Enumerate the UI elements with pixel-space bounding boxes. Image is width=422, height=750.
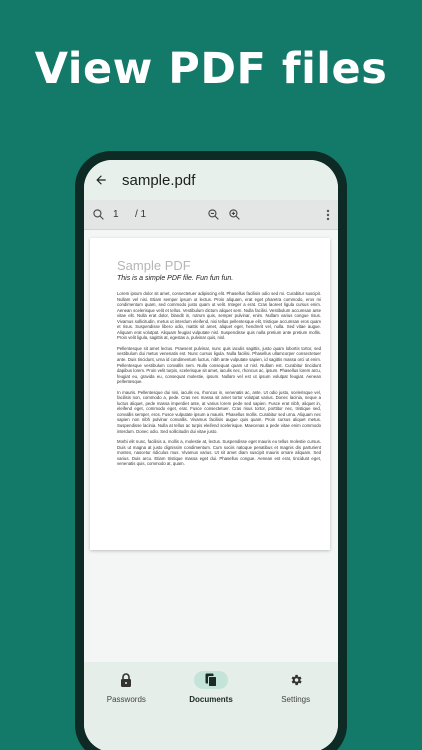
pdf-heading: Sample PDF (117, 258, 191, 273)
nav-label-passwords: Passwords (106, 695, 146, 704)
document-title: sample.pdf (122, 171, 196, 189)
pdf-paragraph: In mauris. Pellentesque dui nisi, iaculi… (117, 389, 321, 434)
page-total: / 1 (135, 209, 147, 220)
page-number-input[interactable]: 1 (113, 209, 135, 220)
nav-item-passwords[interactable]: Passwords (84, 662, 169, 750)
gear-icon (279, 671, 313, 689)
search-icon[interactable] (92, 208, 105, 221)
headline: View PDF files (34, 44, 388, 94)
zoom-out-icon[interactable] (207, 208, 220, 221)
pdf-viewer[interactable]: Sample PDF This is a simple PDF file. Fu… (84, 230, 338, 663)
arrow-left-icon[interactable] (94, 172, 110, 188)
lock-icon (109, 671, 143, 689)
phone-frame: sample.pdf 1 / 1 Sample PDF This is a si… (75, 151, 347, 750)
nav-item-settings[interactable]: Settings (253, 662, 338, 750)
app-screen: sample.pdf 1 / 1 Sample PDF This is a si… (84, 160, 338, 750)
zoom-controls (207, 208, 241, 221)
documents-icon (194, 671, 228, 689)
pdf-paragraph: Morbi elit nunc, facilisis a, mollis a, … (117, 439, 321, 467)
pdf-paragraph: Pellentesque sit amet lectus. Praesent p… (117, 345, 321, 385)
pdf-paragraph: Lorem ipsum dolor sit amet, consectetuer… (117, 291, 321, 341)
bottom-navigation: Passwords Documents Settings (84, 662, 338, 750)
nav-label-settings: Settings (281, 695, 311, 704)
nav-label-documents: Documents (189, 695, 233, 704)
pdf-toolbar: 1 / 1 (84, 200, 338, 230)
zoom-in-icon[interactable] (228, 208, 241, 221)
nav-item-documents[interactable]: Documents (169, 662, 254, 750)
pdf-subtitle: This is a simple PDF file. Fun fun fun. (117, 275, 234, 282)
pdf-page: Sample PDF This is a simple PDF file. Fu… (90, 238, 330, 550)
more-vertical-icon[interactable] (326, 209, 330, 221)
app-bar: sample.pdf (84, 160, 338, 200)
